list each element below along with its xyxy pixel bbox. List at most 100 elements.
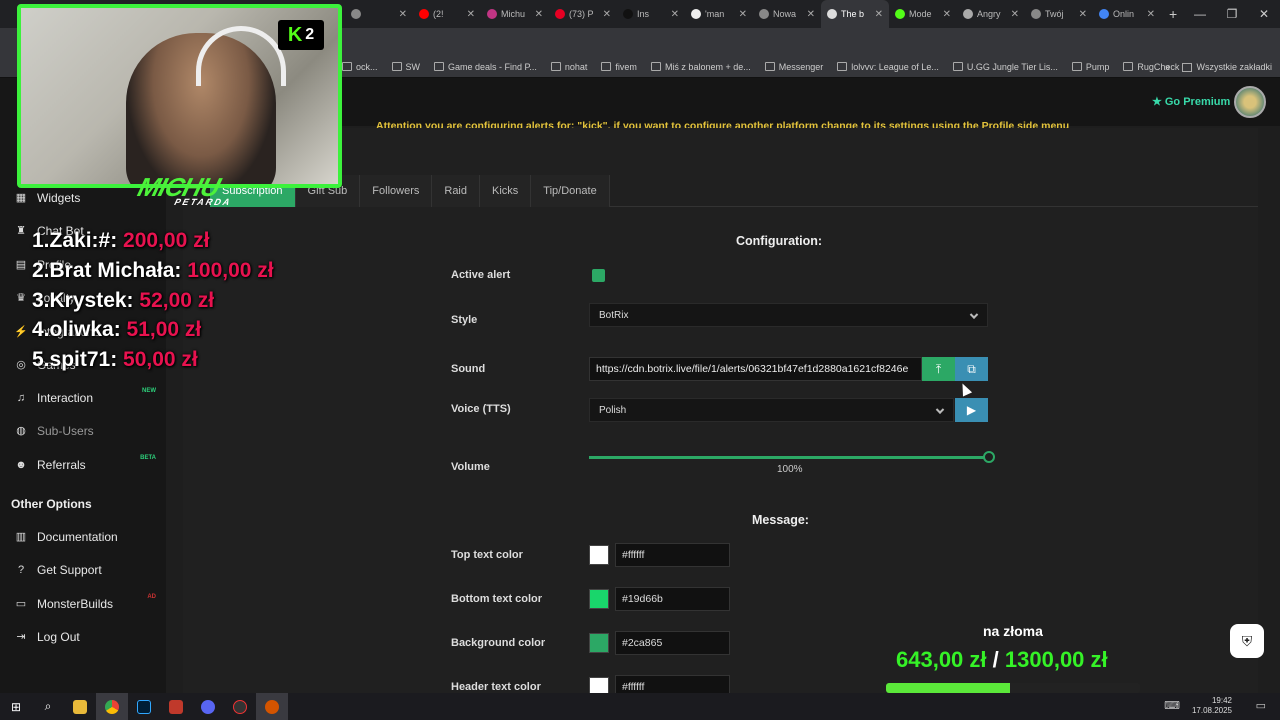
all-bookmarks-button[interactable]: Wszystkie zakładki — [1182, 56, 1272, 78]
bookmarks-more-button[interactable]: » — [1158, 62, 1177, 72]
close-tab-icon[interactable]: ✕ — [603, 9, 611, 20]
upload-sound-button[interactable]: ⤒ — [922, 357, 955, 381]
sound-library-button[interactable]: ⧉ — [955, 357, 988, 381]
close-tab-icon[interactable]: ✕ — [807, 9, 815, 20]
taskbar-chrome[interactable] — [96, 693, 128, 720]
search-icon: ⌕ — [44, 699, 52, 713]
browser-tab[interactable]: Onlin ✕ — [1093, 0, 1161, 28]
taskbar-file-explorer[interactable] — [64, 693, 96, 720]
ugg-icon — [952, 62, 963, 71]
close-tab-icon[interactable]: ✕ — [739, 9, 747, 20]
bookmark-item[interactable]: fivem — [594, 62, 644, 72]
color-hex-input[interactable]: #ffffff — [615, 543, 730, 567]
new-tab-button[interactable]: + — [1161, 6, 1185, 22]
sidebar-item-get-support[interactable]: ? Get Support — [0, 558, 166, 582]
close-window-button[interactable]: ✕ — [1248, 0, 1280, 28]
favicon-icon — [1099, 9, 1109, 19]
close-tab-icon[interactable]: ✕ — [399, 9, 407, 20]
people-icon: ☻ — [15, 459, 27, 471]
close-tab-icon[interactable]: ✕ — [671, 9, 679, 20]
start-button[interactable]: ⊞ — [0, 693, 32, 720]
color-hex-input[interactable]: #19d66b — [615, 587, 730, 611]
bookmark-item[interactable]: ock... — [335, 62, 385, 72]
browser-tab-label: Nowa — [773, 9, 797, 19]
voice-select[interactable]: Polish — [589, 398, 954, 422]
keyboard-icon[interactable]: ⌨ — [1164, 699, 1180, 712]
color-hex-input[interactable]: #2ca865 — [615, 631, 730, 655]
browser-tab[interactable]: The b ✕ — [821, 0, 889, 28]
bookmark-item[interactable]: Messenger — [758, 62, 831, 72]
tab-tip-donate[interactable]: Tip/Donate — [531, 175, 610, 207]
close-tab-icon[interactable]: ✕ — [1079, 9, 1087, 20]
taskbar-app[interactable] — [224, 693, 256, 720]
donor-amount: 50,00 zł — [123, 348, 198, 371]
browser-tab[interactable]: (73) P ✕ — [549, 0, 617, 28]
bookmark-item[interactable]: Pump — [1065, 62, 1117, 72]
restore-button[interactable]: ❐ — [1216, 0, 1248, 28]
active-alert-label: Active alert — [451, 269, 511, 281]
browser-tab[interactable]: Angry ✕ — [957, 0, 1025, 28]
play-tts-button[interactable]: ▶ — [955, 398, 988, 422]
close-tab-icon[interactable]: ✕ — [467, 9, 475, 20]
sound-url-input[interactable]: https://cdn.botrix.live/file/1/alerts/06… — [589, 357, 922, 381]
color-swatch[interactable] — [589, 545, 609, 565]
close-tab-icon[interactable]: ✕ — [943, 9, 951, 20]
gamepad-icon: ◎ — [16, 359, 26, 371]
windows-icon: ⊞ — [10, 699, 22, 714]
browser-tab[interactable]: (2! ✕ — [413, 0, 481, 28]
close-tab-icon[interactable]: ✕ — [875, 9, 883, 20]
goal-progress-bar — [886, 683, 1140, 693]
sidebar-item-documentation[interactable]: ▥ Documentation — [0, 525, 166, 549]
close-tab-icon[interactable]: ✕ — [535, 9, 543, 20]
bookmark-label: Pump — [1085, 61, 1110, 72]
doc-icon — [650, 62, 661, 71]
browser-tab[interactable]: Twój ✕ — [1025, 0, 1093, 28]
tab-kicks[interactable]: Kicks — [480, 175, 532, 207]
color-swatch[interactable] — [589, 633, 609, 653]
notifications-icon[interactable]: ▭ — [1256, 699, 1266, 712]
browser-tab[interactable]: Nowa ✕ — [753, 0, 821, 28]
minimize-button[interactable]: — — [1184, 0, 1216, 28]
sidebar-item-interaction[interactable]: ♫ Interaction NEW — [0, 386, 166, 410]
bookmark-item[interactable]: lolvvv: League of Le... — [830, 62, 946, 72]
bookmark-label: SW — [405, 61, 421, 72]
volume-slider-thumb[interactable] — [983, 451, 995, 463]
browser-tab[interactable]: ✕ — [345, 0, 413, 28]
taskbar-obs[interactable] — [256, 693, 288, 720]
bookmark-item[interactable]: SW — [385, 62, 428, 72]
sidebar-item-sub-users[interactable]: ◍ Sub-Users — [0, 419, 166, 443]
browser-tab[interactable]: Mode ✕ — [889, 0, 957, 28]
style-select[interactable]: BotRix — [589, 303, 988, 327]
browser-tab[interactable]: 'man ✕ — [685, 0, 753, 28]
sidebar-item-log-out[interactable]: ⇥ Log Out — [0, 625, 166, 649]
taskbar-app[interactable] — [192, 693, 224, 720]
volume-slider[interactable] — [589, 451, 995, 463]
active-alert-toggle[interactable] — [592, 269, 605, 282]
close-tab-icon[interactable]: ✕ — [1011, 9, 1019, 20]
color-swatch[interactable] — [589, 589, 609, 609]
tab-raid[interactable]: Raid — [432, 175, 480, 207]
volume-label: Volume — [451, 461, 490, 473]
close-tab-icon[interactable]: ✕ — [1147, 9, 1155, 20]
taskbar-app[interactable] — [160, 693, 192, 720]
search-button[interactable]: ⌕ — [32, 693, 64, 720]
go-premium-button[interactable]: ★ Go Premium — [1152, 95, 1230, 109]
bookmark-item[interactable]: nohat — [544, 62, 595, 72]
donor-amount: 52,00 zł — [139, 289, 215, 312]
bookmark-item[interactable]: Game deals - Find P... — [427, 62, 544, 72]
browser-tab[interactable]: Michu ✕ — [481, 0, 549, 28]
bookmark-item[interactable]: U.GG Jungle Tier Lis... — [946, 62, 1065, 72]
favicon-icon — [555, 9, 565, 19]
bookmark-item[interactable]: Miś z balonem + de... — [644, 62, 758, 72]
taskbar-photoshop[interactable] — [128, 693, 160, 720]
tab-followers[interactable]: Followers — [360, 175, 433, 207]
system-clock[interactable]: 19:42 17.08.2025 — [1192, 696, 1232, 716]
sidebar-item-referrals[interactable]: ☻ Referrals BETA — [0, 453, 166, 477]
avatar[interactable] — [1234, 86, 1266, 118]
folder-icon — [391, 62, 402, 71]
sound-label: Sound — [451, 363, 486, 375]
privacy-shield-button[interactable]: ⛨ — [1230, 624, 1264, 658]
browser-tab[interactable]: Ins ✕ — [617, 0, 685, 28]
sidebar-item-monsterbuilds[interactable]: ▭ MonsterBuilds AD — [0, 592, 166, 616]
color-label: Top text color — [451, 549, 523, 561]
